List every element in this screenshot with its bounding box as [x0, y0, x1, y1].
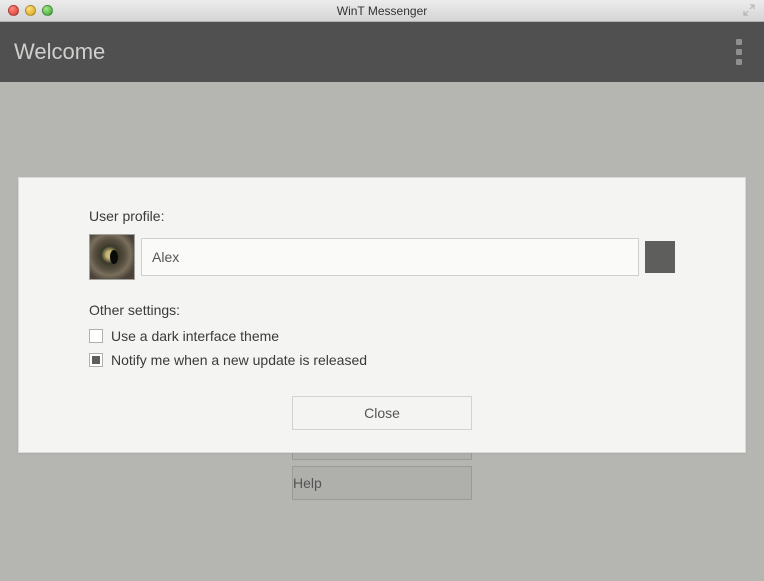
titlebar: WinT Messenger: [0, 0, 764, 22]
menu-button[interactable]: [728, 31, 750, 73]
menu-dot-icon: [736, 59, 742, 65]
notify-update-checkbox[interactable]: [89, 353, 103, 367]
username-input[interactable]: [141, 238, 639, 276]
profile-row: [89, 234, 675, 280]
page-title: Welcome: [14, 39, 105, 65]
minimize-window-button[interactable]: [25, 5, 36, 16]
fullscreen-icon[interactable]: [742, 3, 756, 17]
menu-dot-icon: [736, 49, 742, 55]
dark-theme-label: Use a dark interface theme: [111, 328, 279, 344]
dark-theme-checkbox[interactable]: [89, 329, 103, 343]
zoom-window-button[interactable]: [42, 5, 53, 16]
color-picker-button[interactable]: [645, 241, 675, 273]
modal-footer: Close: [89, 396, 675, 430]
close-window-button[interactable]: [8, 5, 19, 16]
notify-update-row: Notify me when a new update is released: [89, 352, 675, 368]
content-area: News Help User profile: Other settings: …: [0, 82, 764, 581]
other-settings-label: Other settings:: [89, 302, 675, 318]
dark-theme-row: Use a dark interface theme: [89, 328, 675, 344]
help-button[interactable]: Help: [292, 466, 472, 500]
close-button[interactable]: Close: [292, 396, 472, 430]
app-header: Welcome: [0, 22, 764, 82]
avatar[interactable]: [89, 234, 135, 280]
menu-dot-icon: [736, 39, 742, 45]
window-title: WinT Messenger: [337, 4, 427, 18]
notify-update-label: Notify me when a new update is released: [111, 352, 367, 368]
user-profile-label: User profile:: [89, 208, 675, 224]
window-controls: [8, 5, 53, 16]
settings-modal: User profile: Other settings: Use a dark…: [18, 177, 746, 453]
